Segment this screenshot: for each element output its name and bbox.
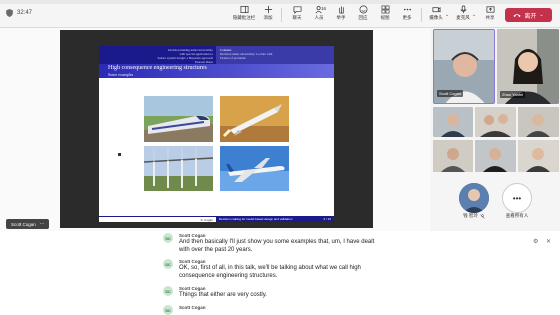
react-label: 回应 xyxy=(358,15,368,20)
people-label: 人员 xyxy=(314,15,324,20)
participant-name-tag: Scott Cogan xyxy=(437,82,464,100)
camera-icon xyxy=(432,6,440,13)
speaker-avatar: SC xyxy=(163,286,173,296)
more-label: 更多 xyxy=(402,15,412,20)
toggle-pane-icon xyxy=(240,5,248,14)
mic-off-icon xyxy=(480,213,485,219)
transcript-message: SC Scott Cogan xyxy=(163,305,533,315)
participant-video xyxy=(433,140,473,172)
slide-footer-title: Decision making for model based design a… xyxy=(219,217,293,221)
transcript-close-icon[interactable]: ✕ xyxy=(546,238,551,245)
participant-video xyxy=(518,140,559,172)
message-line: Things that either are very costly. xyxy=(179,292,267,298)
presenter-name: Scott Cogan xyxy=(11,221,36,227)
view-all-button[interactable]: ••• xyxy=(502,183,532,213)
people-count: 16 xyxy=(321,6,327,11)
slide-footer-author: S. Cogan xyxy=(200,217,213,222)
mouse-cursor xyxy=(118,153,121,156)
transcript-message: SC Scott Cogan OK, so, first of all, in … xyxy=(163,259,533,280)
add-icon xyxy=(264,5,272,14)
phone-hangup-icon xyxy=(513,13,521,17)
view-label: 视图 xyxy=(380,15,390,20)
toolbar-divider xyxy=(421,8,422,22)
more-people-icon: ••• xyxy=(512,193,522,203)
slide-header-right-line: Feature of problems xyxy=(220,56,246,60)
mic-label: 麦克风 xyxy=(456,15,470,20)
slide-subtitle: Some examples xyxy=(108,72,134,77)
speaker-avatar: SC xyxy=(163,233,173,243)
add-label: 添加 xyxy=(263,15,273,20)
transcript-message: SC Scott Cogan Things that either are ve… xyxy=(163,286,533,299)
leave-chevron-icon[interactable]: ⌄ xyxy=(539,12,543,18)
toggle-pane-label: 隐藏批注栏 xyxy=(232,15,256,20)
participant-name-tag: Zhao Yanfei xyxy=(500,83,526,101)
presenter-name-tag: Scott Cogan ⋯ xyxy=(6,219,50,229)
chat-icon xyxy=(293,6,301,14)
participant-name: Scott Cogan xyxy=(437,90,464,97)
participant-tile-small[interactable] xyxy=(433,107,473,137)
participant-video xyxy=(433,107,473,137)
chat-label: 聊天 xyxy=(292,15,302,20)
message-line: OK, so, first of all, in this talk, we'l… xyxy=(179,265,361,271)
participant-tile-small[interactable] xyxy=(518,107,559,137)
message-line: with over the past 20 years. xyxy=(179,247,253,253)
share-icon xyxy=(486,6,494,13)
raise-hand-icon xyxy=(338,6,344,14)
rocket-image xyxy=(220,96,289,142)
leave-button[interactable]: 离开 ⌄ xyxy=(505,8,552,22)
message-line: And then basically I'll just show you so… xyxy=(179,239,375,245)
camera-dropdown-chevron-icon[interactable]: ⌄ xyxy=(445,12,449,18)
more-button[interactable]: 更多 xyxy=(394,5,420,25)
participant-tile[interactable]: Scott Cogan xyxy=(433,29,495,104)
participant-video xyxy=(518,107,559,137)
mic-dropdown-chevron-icon[interactable]: ⌄ xyxy=(472,12,476,18)
camera-label: 摄像头 xyxy=(429,15,443,20)
airplane-image xyxy=(220,146,289,191)
shield-icon xyxy=(6,9,13,17)
add-button[interactable]: 添加 xyxy=(255,5,281,25)
more-options-icon[interactable]: ⋯ xyxy=(40,221,45,227)
message-line: consequence engineering structures. xyxy=(179,273,278,279)
participant-tile-small[interactable] xyxy=(433,140,473,172)
transcript-message: SC Scott Cogan And then basically I'll j… xyxy=(163,233,533,254)
transcript-settings-gear-icon[interactable]: ⚙ xyxy=(533,238,538,245)
participant-tile-small[interactable] xyxy=(518,140,559,172)
participant-video xyxy=(475,107,516,137)
leave-label: 离开 xyxy=(524,13,537,20)
toggle-pane-button[interactable]: 隐藏批注栏 xyxy=(231,5,257,25)
timer-text: 32:47 xyxy=(17,10,33,16)
raise-hand-label: 举手 xyxy=(336,15,346,20)
speaker-name: Scott Cogan xyxy=(179,305,206,310)
avatar-photo xyxy=(459,183,489,213)
slide-footer: S. Cogan Decision making for model based… xyxy=(99,216,334,222)
participant-tile[interactable]: Zhao Yanfei xyxy=(497,29,559,104)
react-icon xyxy=(359,5,367,14)
toolbar-divider xyxy=(281,8,282,22)
participant-tile-small[interactable] xyxy=(475,140,516,172)
slide-header-right: Contents Decision under uncertainty: Lec… xyxy=(216,46,334,64)
mic-icon xyxy=(460,5,466,14)
speaker-avatar: SC xyxy=(163,259,173,269)
slide-header-left: Decision making under uncertainty with s… xyxy=(99,46,216,64)
share-label: 共享 xyxy=(485,15,495,20)
participant-tile-small[interactable] xyxy=(475,107,516,137)
participant-name: Zhao Yanfei xyxy=(500,91,526,98)
view-icon xyxy=(381,5,389,14)
participant-avatar[interactable] xyxy=(459,183,489,213)
slide-footer-page: 3 / 10 xyxy=(323,217,331,221)
participant-avatar-name: 钱 智玲 xyxy=(463,213,478,218)
view-all-label: 查看所有人 xyxy=(505,213,529,218)
meeting-timer: 32:47 xyxy=(6,9,32,17)
speaker-avatar: SC xyxy=(163,305,173,315)
viaduct-image xyxy=(144,146,213,191)
train-image xyxy=(144,96,213,142)
more-icon xyxy=(403,8,411,11)
share-button[interactable]: 共享 xyxy=(477,5,503,25)
slide-title: High consequence engineering structures xyxy=(108,65,207,71)
participant-video xyxy=(475,140,516,172)
